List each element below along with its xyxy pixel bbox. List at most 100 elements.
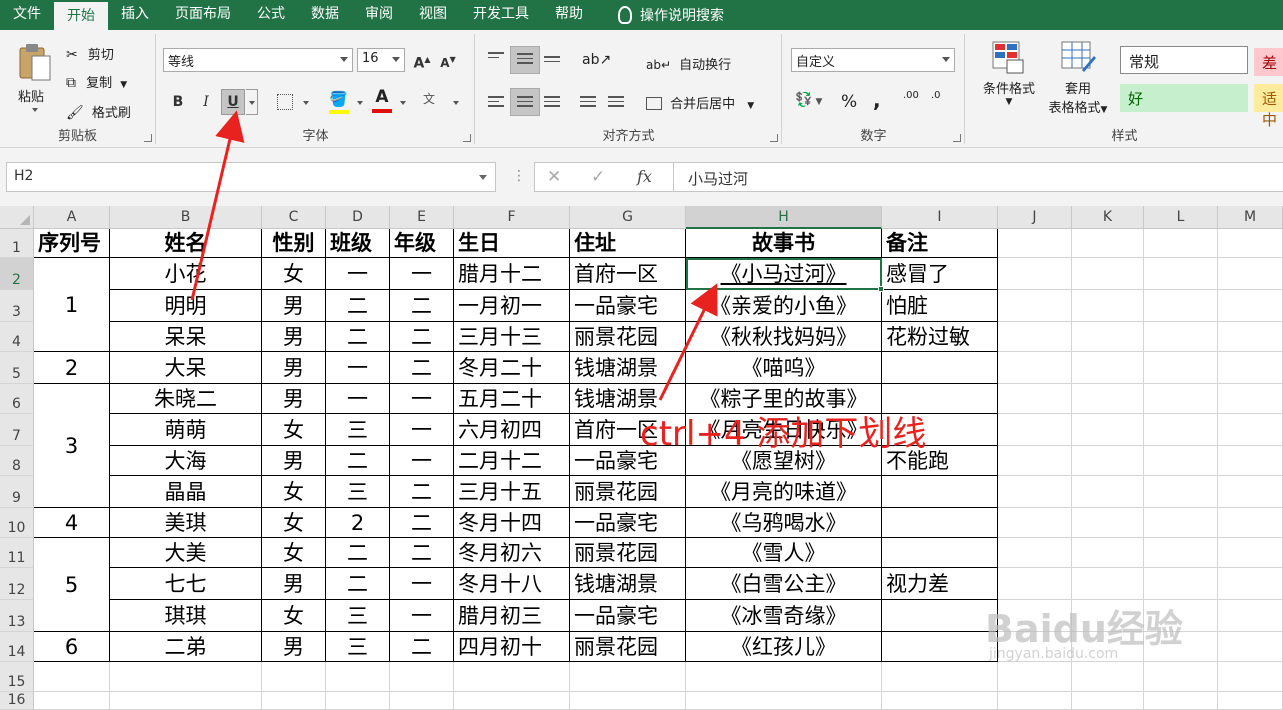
cell-g14[interactable]: 丽景花园 [570,632,686,662]
cell-c7[interactable]: 女 [262,414,326,446]
cell-h11[interactable]: 《雪人》 [686,538,882,568]
cell-b5[interactable]: 大呆 [110,352,262,384]
header-cell-d[interactable]: 班级 [326,229,390,258]
cell-c13[interactable]: 女 [262,600,326,632]
column-header-g[interactable]: G [570,206,686,229]
cell-c4[interactable]: 男 [262,322,326,352]
column-header-c[interactable]: C [262,206,326,229]
cell-g13[interactable]: 一品豪宅 [570,600,686,632]
style-neutral[interactable]: 适中 [1254,84,1283,129]
cell-e11[interactable]: 二 [390,538,454,568]
cell-d3[interactable]: 二 [326,290,390,322]
cell-d2[interactable]: 一 [326,258,390,290]
column-header-l[interactable]: L [1144,206,1218,229]
cell-g2[interactable]: 首府一区 [570,258,686,290]
underline-button[interactable]: U [221,89,245,115]
empty-cell[interactable] [1072,290,1144,322]
empty-cell[interactable] [262,662,326,692]
cell-b2[interactable]: 小花 [110,258,262,290]
cell-d12[interactable]: 二 [326,568,390,600]
tab-file[interactable]: 文件 [0,0,54,30]
empty-cell[interactable] [570,692,686,710]
grow-font-button[interactable]: A▲ [411,49,433,72]
cell-d13[interactable]: 三 [326,600,390,632]
column-header-i[interactable]: I [882,206,998,229]
cell-h4[interactable]: 《秋秋找妈妈》 [686,322,882,352]
empty-cell[interactable] [998,692,1072,710]
cell-g5[interactable]: 钱塘湖景 [570,352,686,384]
align-middle-button[interactable] [510,46,540,74]
empty-cell[interactable] [1072,414,1144,446]
empty-cell[interactable] [1144,352,1218,384]
row-header-1[interactable]: 1 [0,229,34,258]
cell-g4[interactable]: 丽景花园 [570,322,686,352]
empty-cell[interactable] [1072,568,1144,600]
empty-cell[interactable] [998,662,1072,692]
empty-cell[interactable] [998,414,1072,446]
empty-cell[interactable] [1144,538,1218,568]
empty-cell[interactable] [1144,414,1218,446]
cell-d8[interactable]: 二 [326,446,390,476]
tab-home[interactable]: 开始 [54,2,108,30]
empty-cell[interactable] [390,662,454,692]
cell-i12[interactable]: 视力差 [882,568,998,600]
cell-d10[interactable]: 2 [326,508,390,538]
conditional-formatting-button[interactable]: 条件格式 ▼ [976,40,1042,120]
empty-cell[interactable] [998,290,1072,322]
tab-data[interactable]: 数据 [298,0,352,30]
tab-view[interactable]: 视图 [406,0,460,30]
cell-d6[interactable]: 一 [326,384,390,414]
empty-cell[interactable] [1072,322,1144,352]
cell-i13[interactable] [882,600,998,632]
cell-h10[interactable]: 《乌鸦喝水》 [686,508,882,538]
column-header-b[interactable]: B [110,206,262,229]
cell-i5[interactable] [882,352,998,384]
cell-f6[interactable]: 五月二十 [454,384,570,414]
more-options-icon[interactable]: ⋮ [512,168,526,184]
row-header-14[interactable]: 14 [0,632,34,662]
merge-center-button[interactable]: 合并后居中 ▼ [646,93,754,112]
empty-cell[interactable] [1144,508,1218,538]
cell-b13[interactable]: 琪琪 [110,600,262,632]
cell-h9[interactable]: 《月亮的味道》 [686,476,882,508]
cell-h5[interactable]: 《喵呜》 [686,352,882,384]
cell-e5[interactable]: 二 [390,352,454,384]
format-as-table-button[interactable]: 套用 表格格式▼ [1042,40,1114,124]
empty-cell[interactable] [326,692,390,710]
cell-e3[interactable]: 二 [390,290,454,322]
column-header-e[interactable]: E [390,206,454,229]
header-cell-c[interactable]: 性别 [262,229,326,258]
cell-i3[interactable]: 怕脏 [882,290,998,322]
empty-cell[interactable] [1072,258,1144,290]
header-cell-b[interactable]: 姓名 [110,229,262,258]
cell-d11[interactable]: 二 [326,538,390,568]
cell-e8[interactable]: 一 [390,446,454,476]
empty-cell[interactable] [1072,692,1144,710]
cell-b10[interactable]: 美琪 [110,508,262,538]
empty-cell[interactable] [998,538,1072,568]
cell-f10[interactable]: 冬月十四 [454,508,570,538]
empty-cell[interactable] [882,692,998,710]
empty-cell[interactable] [1218,692,1283,710]
cell-h13[interactable]: 《冰雪奇缘》 [686,600,882,632]
row-header-10[interactable]: 10 [0,508,34,538]
cell-h14[interactable]: 《红孩儿》 [686,632,882,662]
row-header-3[interactable]: 3 [0,290,34,322]
empty-cell[interactable] [1072,538,1144,568]
currency-button[interactable]: 💱 ▼ [795,92,822,108]
cell-f9[interactable]: 三月十五 [454,476,570,508]
cell-i4[interactable]: 花粉过敏 [882,322,998,352]
column-header-k[interactable]: K [1072,206,1144,229]
fill-dropdown-icon[interactable] [357,101,363,105]
row-header-12[interactable]: 12 [0,568,34,600]
style-good[interactable]: 好 [1120,84,1248,112]
empty-cell[interactable] [1144,476,1218,508]
group-number-cell[interactable]: 1 [34,258,110,352]
header-cell-a[interactable]: 序列号 [34,229,110,258]
wrap-text-button[interactable]: ab↵ 自动换行 [646,54,731,73]
cell-g10[interactable]: 一品豪宅 [570,508,686,538]
fill-color-button[interactable]: 🪣 [329,90,351,114]
cell-c10[interactable]: 女 [262,508,326,538]
cell-b7[interactable]: 萌萌 [110,414,262,446]
confirm-icon[interactable]: ✓ [591,167,605,187]
